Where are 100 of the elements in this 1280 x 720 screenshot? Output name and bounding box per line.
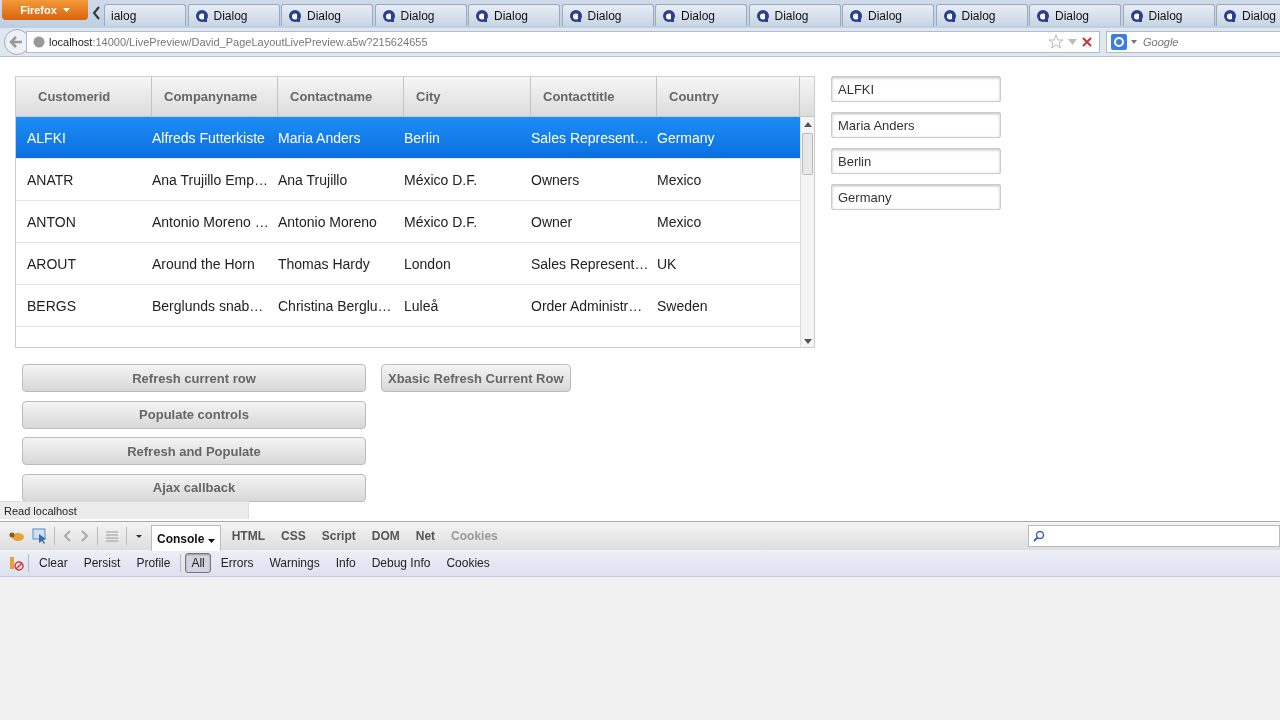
- table-cell-text: México D.F.: [404, 212, 479, 232]
- column-header[interactable]: Companyname: [152, 77, 278, 116]
- filter-button[interactable]: Warnings: [263, 553, 326, 573]
- browser-tab[interactable]: Dialog: [561, 4, 654, 26]
- table-cell-text: BERGS: [26, 296, 77, 316]
- filter-button[interactable]: Debug Info: [365, 553, 437, 573]
- panel-tab[interactable]: DOM: [366, 525, 405, 547]
- column-header[interactable]: Contactname: [278, 77, 404, 116]
- column-header[interactable]: Contacttitle: [531, 77, 657, 116]
- table-cell-text: Ana Trujillo Emp…: [152, 170, 269, 190]
- back-icon[interactable]: [61, 528, 73, 544]
- table-cell-text: Alfreds Futterkiste: [152, 128, 266, 148]
- panel-tab[interactable]: Console: [151, 525, 221, 551]
- table-cell-text: Germany: [657, 128, 716, 148]
- app-logo-icon: [194, 8, 209, 23]
- stop-icon[interactable]: [1081, 36, 1093, 48]
- table-cell-text: Sales Represent…: [531, 254, 650, 274]
- input-field[interactable]: Berlin: [831, 148, 1001, 174]
- table-cell-text: Mexico: [657, 212, 703, 232]
- browser-tab[interactable]: Dialog: [1029, 4, 1121, 26]
- status-text: Read localhost: [0, 501, 249, 519]
- app-logo-icon: [942, 8, 957, 23]
- toolbar-button[interactable]: Clear: [33, 553, 74, 573]
- table-cell-text: ALFKI: [26, 128, 67, 148]
- forward-icon[interactable]: [79, 528, 91, 544]
- table-cell-text: México D.F.: [404, 170, 479, 190]
- filter-button[interactable]: Errors: [214, 553, 260, 573]
- browser-tab[interactable]: ialog: [104, 4, 186, 26]
- action-button[interactable]: Xbasic Refresh Current Row: [381, 364, 571, 392]
- app-logo-icon: [1036, 8, 1050, 23]
- table-cell-text: Thomas Hardy: [278, 254, 371, 274]
- table-cell-text: Around the Horn: [152, 254, 256, 274]
- table-cell-text: ANTON: [26, 212, 77, 232]
- browser-tab[interactable]: Dialog: [842, 4, 934, 26]
- browser-tab[interactable]: Dialog: [468, 4, 560, 26]
- browser-tab[interactable]: Dialog: [655, 4, 747, 26]
- filter-button[interactable]: Cookies: [440, 553, 496, 573]
- table-cell-text: Owner: [531, 212, 574, 232]
- address-bar[interactable]: localhost:14000/LivePreview/David_PageLayoutLivePreview.a5w?215624655: [26, 31, 1100, 53]
- browser-tab[interactable]: Dialog: [748, 4, 841, 26]
- panel-tab[interactable]: Script: [316, 525, 361, 547]
- column-header[interactable]: Country: [657, 77, 800, 116]
- search-field[interactable]: [1028, 525, 1280, 547]
- app-logo-icon: [1223, 8, 1237, 23]
- app-logo-icon: [755, 8, 770, 23]
- table-cell-text: Berlin: [404, 128, 441, 148]
- scroll-up-icon[interactable]: [804, 121, 812, 127]
- table-cell-text: Sweden: [657, 296, 709, 316]
- app-logo-icon: [662, 8, 676, 23]
- table-cell-text: Berglunds snab…: [152, 296, 265, 316]
- browser-tab[interactable]: Dialog: [1216, 4, 1280, 26]
- scrollbar[interactable]: [800, 117, 814, 347]
- table-cell-text: Sales Represent…: [531, 128, 650, 148]
- table-cell-text: Luleå: [404, 296, 440, 316]
- action-button[interactable]: Ajax callback: [22, 473, 366, 502]
- table-cell-text: Antonio Moreno: [278, 212, 378, 232]
- table-cell-text: AROUT: [26, 254, 77, 274]
- clear-console-icon[interactable]: [8, 555, 24, 571]
- filter-button[interactable]: All: [185, 553, 211, 573]
- action-button[interactable]: Refresh and Populate: [22, 437, 366, 465]
- action-button[interactable]: Populate controls: [22, 400, 366, 429]
- caret-icon: [207, 538, 215, 543]
- table-cell-text: Owners: [531, 170, 581, 190]
- star-icon[interactable]: [1048, 34, 1064, 50]
- browser-tab[interactable]: Dialog: [281, 4, 373, 26]
- scroll-down-icon[interactable]: [804, 339, 812, 345]
- panel-tab[interactable]: Net: [410, 525, 441, 547]
- toolbar-button[interactable]: Profile: [130, 553, 177, 573]
- browser-tab[interactable]: Dialog: [187, 4, 280, 26]
- table-cell-text: Order Administr…: [531, 296, 644, 316]
- toolbar-button[interactable]: Persist: [77, 553, 127, 573]
- panel-tab[interactable]: HTML: [226, 525, 270, 547]
- column-header[interactable]: Customerid: [16, 77, 152, 116]
- browser-tab[interactable]: Dialog: [1122, 4, 1215, 26]
- search-icon: [1033, 530, 1045, 542]
- scroll-thumb[interactable]: [802, 133, 813, 175]
- search-box[interactable]: Google: [1106, 31, 1280, 53]
- input-field[interactable]: ALFKI: [831, 76, 1001, 102]
- table-cell-text: Christina Berglu…: [278, 296, 393, 316]
- browser-tab[interactable]: Dialog: [935, 4, 1028, 26]
- app-logo-icon: [568, 8, 583, 23]
- search-field[interactable]: Google: [1141, 35, 1265, 49]
- browser-tab[interactable]: Dialog: [374, 4, 467, 26]
- grid-row[interactable]: ALFKI Alfreds Futterkiste Maria Anders Berlin Sales Represent… Germany: [16, 117, 800, 159]
- action-button[interactable]: Refresh current row: [22, 364, 366, 392]
- input-field[interactable]: Maria Anders: [831, 112, 1001, 138]
- app-logo-icon: [1129, 8, 1144, 23]
- caret-icon: [62, 8, 70, 12]
- table-cell-text: Mexico: [657, 170, 703, 190]
- app-logo-icon: [475, 8, 489, 23]
- inspect-icon[interactable]: [32, 528, 48, 544]
- app-logo-icon: [381, 8, 396, 23]
- panel-tab[interactable]: CSS: [276, 525, 311, 547]
- table-cell-text: Antonio Moreno …: [152, 212, 270, 232]
- column-header[interactable]: City: [404, 77, 531, 116]
- input-field[interactable]: Germany: [831, 184, 1001, 210]
- table-cell-text: Ana Trujillo: [278, 170, 349, 190]
- caret-icon[interactable]: [1131, 40, 1137, 44]
- table-cell-text: Maria Anders: [278, 128, 362, 148]
- filter-button[interactable]: Info: [329, 553, 362, 573]
